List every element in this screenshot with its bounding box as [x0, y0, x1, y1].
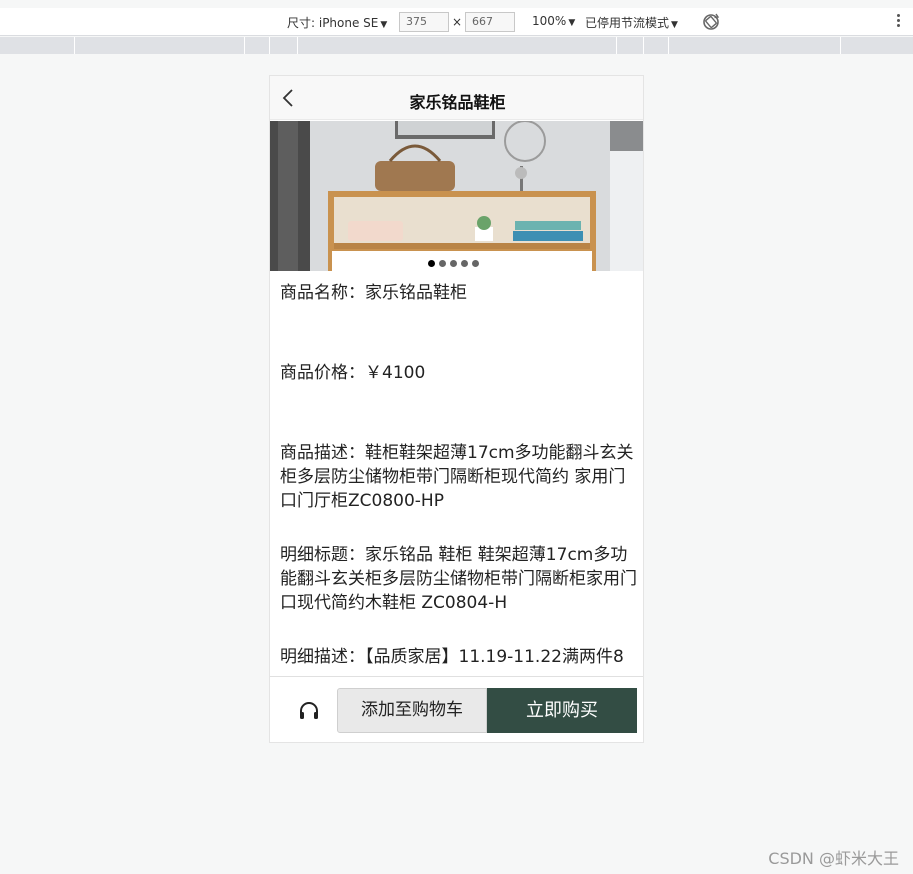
- zoom-label: 100%: [532, 14, 567, 28]
- product-image: [270, 121, 643, 271]
- carousel-dot[interactable]: [461, 260, 468, 267]
- height-input[interactable]: 667: [465, 12, 515, 32]
- buy-now-button[interactable]: 立即购买: [487, 688, 637, 733]
- media-query-bar: [0, 37, 913, 54]
- carousel-dot[interactable]: [439, 260, 446, 267]
- more-vert-icon[interactable]: [893, 12, 903, 32]
- product-details: 商品名称：家乐铭品鞋柜 商品价格：￥4100 商品描述：鞋柜鞋架超薄17cm多功…: [270, 271, 643, 676]
- detail-desc-row: 明细描述：【品质家居】11.19-11.22满两件8: [280, 645, 643, 669]
- add-to-cart-button[interactable]: 添加至购物车: [337, 688, 487, 733]
- ruler-segment[interactable]: [643, 37, 644, 54]
- width-input[interactable]: 375: [399, 12, 449, 32]
- ruler-segment[interactable]: [297, 37, 298, 54]
- zoom-dropdown[interactable]: 100% ▼: [532, 14, 575, 28]
- headset-icon[interactable]: [298, 701, 320, 721]
- carousel-dot[interactable]: [472, 260, 479, 267]
- product-price-label: 商品价格：: [280, 363, 365, 383]
- product-carousel[interactable]: [270, 121, 643, 271]
- device-size-label: 尺寸: iPhone SE: [287, 16, 379, 30]
- watermark: CSDN @虾米大王: [768, 849, 899, 868]
- product-price-row: 商品价格：￥4100: [280, 361, 643, 385]
- ruler-segment[interactable]: [616, 37, 617, 54]
- carousel-dot[interactable]: [428, 260, 435, 267]
- detail-title-row: 明细标题：家乐铭品 鞋柜 鞋架超薄17cm多功能翻斗玄关柜多层防尘储物柜带门隔断…: [280, 543, 642, 615]
- detail-title-label: 明细标题：: [280, 545, 365, 565]
- ruler-segment[interactable]: [840, 37, 841, 54]
- caret-down-icon: ▼: [380, 20, 388, 30]
- product-name-value: 家乐铭品鞋柜: [365, 283, 467, 303]
- product-desc-row: 商品描述：鞋柜鞋架超薄17cm多功能翻斗玄关柜多层防尘储物柜带门隔断柜现代简约 …: [280, 441, 642, 513]
- caret-down-icon: ▼: [671, 20, 678, 30]
- device-toolbar: 尺寸: iPhone SE ▼ 375 × 667 100% ▼ 已停用节流模式 ▼: [0, 8, 913, 36]
- product-name-label: 商品名称：: [280, 283, 365, 303]
- detail-desc-value: 【品质家居】11.19-11.22满两件8: [365, 647, 624, 667]
- rotate-icon[interactable]: [700, 11, 722, 33]
- throttle-dropdown[interactable]: 已停用节流模式 ▼: [585, 14, 678, 31]
- ruler-segment[interactable]: [244, 37, 245, 54]
- ruler-segment[interactable]: [668, 37, 669, 54]
- product-price-value: ￥4100: [365, 363, 426, 383]
- throttle-label: 已停用节流模式: [585, 16, 670, 30]
- product-desc-label: 商品描述：: [280, 443, 365, 463]
- device-size-dropdown[interactable]: 尺寸: iPhone SE ▼: [287, 14, 387, 31]
- carousel-dot[interactable]: [450, 260, 457, 267]
- action-bar: 添加至购物车 立即购买: [270, 676, 643, 742]
- product-name-row: 商品名称：家乐铭品鞋柜: [280, 281, 643, 305]
- ruler-segment[interactable]: [74, 37, 75, 54]
- caret-down-icon: ▼: [568, 18, 576, 28]
- nav-bar: 家乐铭品鞋柜: [270, 76, 643, 120]
- page-title: 家乐铭品鞋柜: [409, 93, 506, 112]
- ruler-segment[interactable]: [269, 37, 270, 54]
- times-symbol: ×: [452, 15, 463, 29]
- device-viewport: 家乐铭品鞋柜 商品名称：家乐铭品鞋柜 商品价格：￥4100 商品描述：鞋柜鞋架超…: [269, 75, 644, 743]
- detail-desc-label: 明细描述：: [280, 647, 365, 667]
- carousel-dots[interactable]: [428, 252, 483, 267]
